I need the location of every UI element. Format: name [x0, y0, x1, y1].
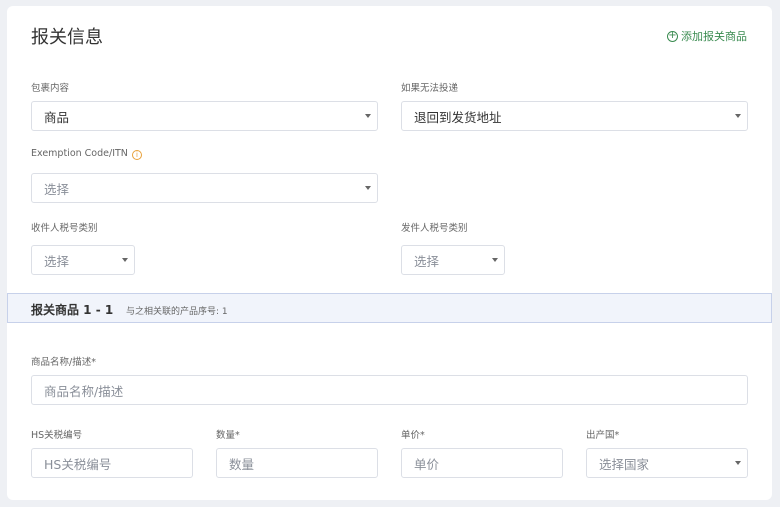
exemption-select[interactable]: 选择	[31, 173, 378, 203]
item-name-label: 商品名称/描述*	[31, 357, 96, 368]
package-contents-select[interactable]: 商品	[31, 101, 378, 131]
caret-down-icon	[492, 258, 498, 262]
sender-tax-placeholder: 选择	[414, 253, 440, 269]
item-section-header	[7, 293, 772, 323]
caret-down-icon	[365, 114, 371, 118]
hs-code-input[interactable]: HS关税编号	[31, 448, 193, 478]
package-contents-value: 商品	[44, 109, 70, 125]
undeliverable-value: 退回到发货地址	[414, 109, 502, 125]
caret-down-icon	[735, 461, 741, 465]
item-name-placeholder: 商品名称/描述	[44, 383, 124, 399]
exemption-label: Exemption Code/ITN	[31, 148, 128, 159]
quantity-input[interactable]: 数量	[216, 448, 378, 478]
undeliverable-label: 如果无法投递	[401, 83, 459, 94]
info-icon[interactable]: i	[131, 150, 142, 160]
origin-country-placeholder: 选择国家	[599, 456, 650, 472]
receiver-tax-placeholder: 选择	[44, 253, 70, 269]
caret-down-icon	[365, 186, 371, 190]
add-customs-item-link[interactable]: + 添加报关商品	[667, 28, 747, 44]
quantity-label: 数量*	[216, 430, 240, 441]
caret-down-icon	[122, 258, 128, 262]
sender-tax-label: 发件人税号类别	[401, 223, 468, 234]
receiver-tax-label: 收件人税号类别	[31, 223, 98, 234]
item-section-title: 报关商品 1 - 1	[31, 303, 114, 317]
unit-price-input[interactable]: 单价	[401, 448, 563, 478]
add-customs-item-label: 添加报关商品	[681, 30, 747, 43]
origin-country-select[interactable]: 选择国家	[586, 448, 748, 478]
hs-code-placeholder: HS关税编号	[44, 456, 112, 472]
exemption-placeholder: 选择	[44, 181, 70, 197]
unit-price-placeholder: 单价	[414, 456, 440, 472]
quantity-placeholder: 数量	[229, 456, 255, 472]
receiver-tax-select[interactable]: 选择	[31, 245, 135, 275]
item-name-input[interactable]: 商品名称/描述	[31, 375, 748, 405]
undeliverable-select[interactable]: 退回到发货地址	[401, 101, 748, 131]
exemption-label-row: Exemption Code/ITN i	[31, 148, 142, 160]
hs-code-label: HS关税编号	[31, 430, 83, 441]
page-title: 报关信息	[31, 27, 103, 48]
sender-tax-select[interactable]: 选择	[401, 245, 505, 275]
plus-circle-icon: +	[667, 30, 678, 42]
package-contents-label: 包裹内容	[31, 83, 70, 94]
caret-down-icon	[735, 114, 741, 118]
item-section-subtitle: 与之相关联的产品序号: 1	[126, 307, 228, 317]
origin-country-label: 出产国*	[586, 430, 620, 441]
unit-price-label: 单价*	[401, 430, 425, 441]
